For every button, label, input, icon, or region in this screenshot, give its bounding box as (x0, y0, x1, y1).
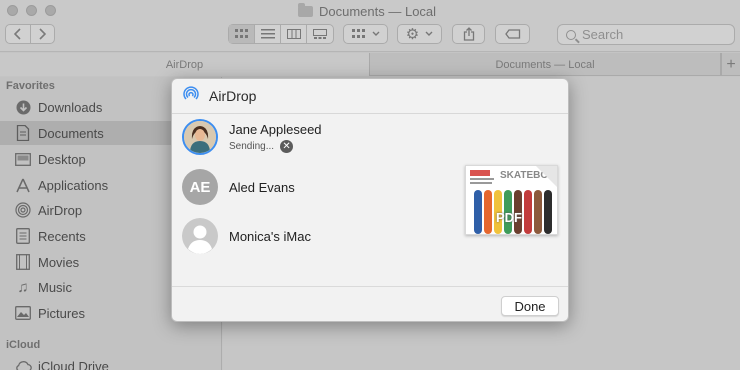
avatar-initials: AE (189, 178, 211, 196)
folder-icon (298, 2, 313, 17)
cancel-send-button[interactable]: ✕ (280, 139, 294, 153)
gear-icon: ⚙ (405, 26, 420, 43)
svg-text:SKATEBO: SKATEBO (500, 170, 548, 181)
airdrop-icon (181, 85, 201, 108)
shared-file-thumbnail: SKATEBO PDF (465, 165, 558, 235)
sidebar-item-label: Pictures (38, 305, 85, 321)
sidebar-item-label: Applications (38, 177, 109, 193)
music-icon: ♫ (17, 278, 29, 296)
back-forward-control (5, 24, 55, 44)
sheet-divider (172, 286, 568, 287)
column-view-icon (286, 29, 301, 39)
chevron-left-icon (13, 28, 21, 40)
zoom-window-button[interactable] (45, 5, 56, 16)
new-tab-button[interactable]: + (721, 53, 740, 76)
airdrop-icon (14, 202, 32, 218)
sidebar-item-label: Movies (38, 254, 80, 270)
column-view-button[interactable] (281, 25, 307, 43)
icon-view-button[interactable] (229, 25, 255, 43)
sidebar-item-label: Downloads (38, 99, 103, 115)
done-button[interactable]: Done (501, 296, 559, 316)
document-icon (14, 125, 32, 141)
share-icon (463, 27, 474, 41)
tags-button[interactable] (495, 24, 530, 44)
chevron-down-icon (425, 31, 433, 36)
cloud-icon (14, 358, 32, 370)
view-mode-control (228, 24, 334, 44)
avatar (182, 218, 218, 254)
sidebar-item-label: Documents (38, 125, 104, 141)
sidebar-heading-icloud: iCloud (6, 339, 41, 351)
close-window-button[interactable] (7, 5, 18, 16)
sidebar-item-label: Music (38, 279, 72, 295)
sheet-header: AirDrop (172, 79, 568, 114)
sending-status: Sending... (229, 140, 275, 152)
desktop-icon (14, 151, 32, 167)
search-placeholder: Search (582, 27, 624, 42)
title-bar: Documents — Local ⚙ Search (0, 0, 740, 52)
recipient-name: Aled Evans (229, 179, 295, 195)
back-button[interactable] (6, 25, 31, 43)
person-photo-icon (184, 121, 216, 153)
minimize-window-button[interactable] (26, 5, 37, 16)
list-view-icon (260, 29, 275, 39)
recipient-status: Sending... ✕ (229, 139, 322, 153)
gallery-view-button[interactable] (307, 25, 333, 43)
tab-label: Documents — Local (495, 58, 595, 71)
group-by-button[interactable] (343, 24, 388, 44)
pictures-icon (14, 305, 32, 321)
recents-icon (14, 228, 32, 244)
search-field[interactable]: Search (557, 24, 735, 45)
applications-icon (14, 177, 32, 193)
recipient-name: Jane Appleseed (229, 121, 322, 137)
chevron-down-icon (372, 31, 379, 36)
sidebar-item-label: Desktop (38, 151, 86, 167)
action-menu-button[interactable]: ⚙ (397, 24, 442, 44)
movies-icon (14, 254, 32, 270)
list-view-button[interactable] (255, 25, 281, 43)
airdrop-sheet: AirDrop Jane Appleseed Sending... ✕ AE A… (171, 78, 569, 322)
avatar (182, 119, 218, 155)
tab-airdrop[interactable]: AirDrop (0, 53, 370, 76)
avatar: AE (182, 169, 218, 205)
sidebar-heading-favorites: Favorites (6, 80, 55, 92)
sidebar-item-label: AirDrop (38, 202, 83, 218)
search-icon (566, 29, 576, 40)
tab-bar: AirDrop Documents — Local + (0, 53, 740, 76)
sheet-title: AirDrop (209, 88, 257, 104)
tab-label: AirDrop (165, 58, 204, 71)
recipient-text: Jane Appleseed Sending... ✕ (229, 122, 322, 153)
plus-icon: + (726, 55, 736, 73)
download-icon (14, 99, 32, 115)
sidebar-item-icloud-drive[interactable]: iCloud Drive (0, 354, 222, 370)
group-icon (351, 29, 365, 38)
sidebar-item-label: Recents (38, 228, 86, 244)
window-title: Documents — Local (298, 2, 437, 19)
share-button[interactable] (452, 24, 485, 44)
forward-button[interactable] (31, 25, 55, 43)
generic-person-icon (182, 218, 218, 254)
file-type-badge: PDF (496, 210, 522, 225)
window-title-text: Documents — Local (319, 3, 437, 19)
airdrop-recipient-aled[interactable]: AE Aled Evans (182, 167, 432, 207)
icon-view-icon (234, 29, 248, 38)
tab-documents[interactable]: Documents — Local (370, 53, 721, 76)
airdrop-recipient-imac[interactable]: Monica's iMac (182, 216, 432, 256)
airdrop-recipient-jane[interactable]: Jane Appleseed Sending... ✕ (182, 117, 432, 157)
tag-icon (504, 29, 520, 39)
chevron-right-icon (39, 28, 47, 40)
gallery-view-icon (313, 29, 327, 39)
sidebar-item-label: iCloud Drive (38, 358, 109, 370)
recipient-name: Monica's iMac (229, 228, 311, 244)
